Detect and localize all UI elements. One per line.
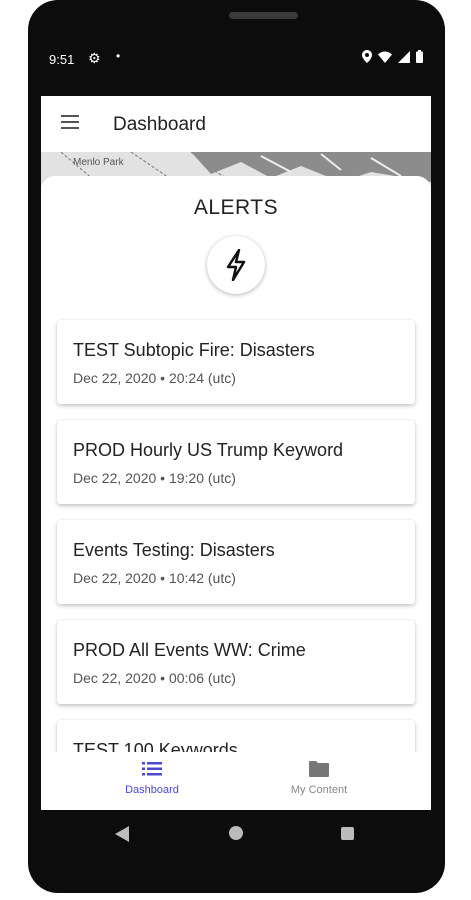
recents-icon[interactable] (341, 827, 354, 840)
alerts-panel: ALERTS TEST Subtopic Fire: Disasters Dec… (41, 176, 431, 810)
gear-icon: ⚙ (88, 50, 101, 66)
page-title: Dashboard (113, 114, 206, 135)
lightning-bolt-icon[interactable] (207, 236, 265, 294)
nav-my-content-label: My Content (290, 784, 348, 796)
system-navigation-bar (41, 810, 431, 858)
status-time: 9:51 (49, 52, 75, 67)
map-label: Menlo Park (73, 157, 124, 168)
location-icon (362, 50, 372, 63)
alert-date: Dec 22, 2020 • 20:24 (utc) (73, 370, 236, 386)
speaker-grille (229, 12, 298, 19)
nav-my-content[interactable]: My Content (259, 760, 379, 796)
home-icon[interactable] (229, 826, 243, 840)
nav-dashboard[interactable]: Dashboard (92, 760, 212, 796)
back-icon[interactable] (115, 826, 129, 842)
hamburger-menu-icon[interactable] (61, 115, 79, 131)
list-icon (142, 762, 162, 776)
alert-title: Events Testing: Disasters (73, 540, 275, 560)
notification-dot-icon: • (116, 49, 121, 63)
alert-card[interactable]: PROD Hourly US Trump Keyword Dec 22, 202… (57, 420, 415, 504)
alert-card[interactable]: TEST Subtopic Fire: Disasters Dec 22, 20… (57, 320, 415, 404)
app-screen: Dashboard Menlo Park ALERTS TEST Subtopi… (41, 96, 431, 810)
battery-icon (416, 50, 423, 63)
alert-date: Dec 22, 2020 • 19:20 (utc) (73, 470, 236, 486)
alert-date: Dec 22, 2020 • 00:06 (utc) (73, 670, 236, 686)
alert-card[interactable]: PROD All Events WW: Crime Dec 22, 2020 •… (57, 620, 415, 704)
alerts-heading: ALERTS (193, 196, 279, 219)
alert-date: Dec 22, 2020 • 10:42 (utc) (73, 570, 236, 586)
signal-icon (398, 50, 410, 63)
app-bar: Dashboard (41, 96, 431, 152)
bottom-navigation: Dashboard My Content (41, 752, 431, 810)
alert-title: TEST Subtopic Fire: Disasters (73, 340, 315, 360)
status-bar: 9:51 ⚙ • (41, 44, 431, 74)
alert-title: PROD All Events WW: Crime (73, 640, 306, 660)
folder-icon (309, 761, 329, 777)
alert-title: PROD Hourly US Trump Keyword (73, 440, 344, 460)
wifi-icon (378, 51, 392, 63)
alert-card[interactable]: Events Testing: Disasters Dec 22, 2020 •… (57, 520, 415, 604)
nav-dashboard-label: Dashboard (125, 784, 179, 796)
